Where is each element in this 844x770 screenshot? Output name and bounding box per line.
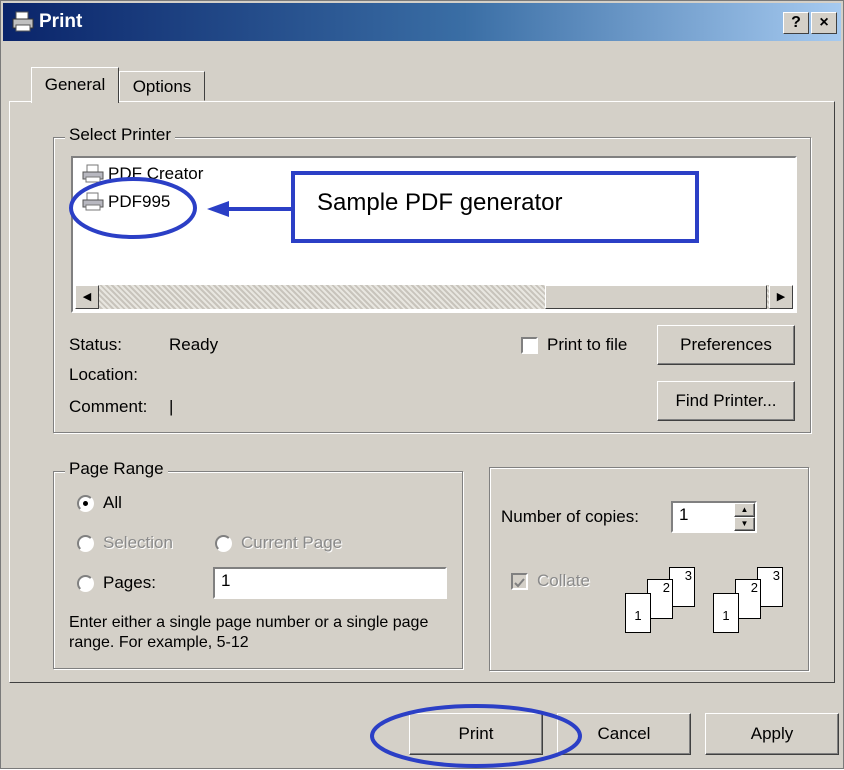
print-to-file-checkbox[interactable] [521, 337, 538, 354]
radio-selection-label[interactable]: Selection [103, 533, 173, 553]
collate-illustration-icon: 3 2 1 [713, 567, 793, 637]
copies-up-button[interactable]: ▲ [734, 503, 755, 517]
radio-selection[interactable] [77, 535, 94, 552]
collate-checkbox[interactable] [511, 573, 528, 590]
radio-pages[interactable] [77, 575, 94, 592]
scroll-right-button[interactable]: ▶ [769, 285, 793, 309]
printer-name: PDF995 [108, 192, 171, 211]
printer-icon [12, 11, 34, 32]
print-dialog: Print ? × General Options Select Printer… [0, 0, 844, 769]
status-value: Ready [169, 335, 219, 354]
page-number: 1 [625, 593, 651, 633]
printer-item-pdf-creator[interactable]: PDF Creator [81, 164, 203, 184]
scroll-thumb[interactable] [545, 285, 767, 309]
comment-value: | [169, 397, 174, 416]
window-title: Print [39, 11, 83, 32]
select-printer-label: Select Printer [65, 125, 176, 145]
copies-down-button[interactable]: ▼ [734, 517, 755, 531]
radio-all[interactable] [77, 495, 94, 512]
printer-name: PDF Creator [108, 164, 204, 183]
pages-input[interactable]: 1 [213, 567, 447, 599]
page-range-hint: Enter either a single page number or a s… [69, 614, 429, 651]
tab-options[interactable]: Options [119, 71, 205, 101]
comment-label: Comment: [69, 397, 148, 416]
cancel-button[interactable]: Cancel [557, 713, 691, 755]
location-label: Location: [69, 365, 138, 384]
find-printer-button[interactable]: Find Printer... [657, 381, 795, 421]
apply-button[interactable]: Apply [705, 713, 839, 755]
title-bar[interactable]: Print ? × [3, 3, 841, 41]
printer-icon [82, 164, 104, 183]
printer-item-pdf995[interactable]: PDF995 [81, 192, 170, 212]
page-number: 1 [713, 593, 739, 633]
checkmark-icon [514, 578, 525, 588]
collate-illustration-icon: 3 2 1 [625, 567, 705, 637]
radio-pages-label[interactable]: Pages: [103, 573, 156, 593]
callout-text: Sample PDF generator [317, 189, 563, 216]
callout-box: Sample PDF generator [291, 171, 699, 243]
status-label: Status: [69, 335, 122, 354]
tab-general[interactable]: General [31, 67, 119, 103]
number-of-copies-label: Number of copies: [501, 507, 639, 526]
print-to-file-label[interactable]: Print to file [547, 335, 627, 355]
preferences-button[interactable]: Preferences [657, 325, 795, 365]
close-button[interactable]: × [811, 12, 837, 34]
printer-icon [82, 192, 104, 211]
radio-current-page[interactable] [215, 535, 232, 552]
radio-all-label[interactable]: All [103, 493, 122, 513]
horizontal-scrollbar[interactable]: ◀ ▶ [75, 285, 793, 309]
scroll-left-button[interactable]: ◀ [75, 285, 99, 309]
help-button[interactable]: ? [783, 12, 809, 34]
print-button[interactable]: Print [409, 713, 543, 755]
collate-label[interactable]: Collate [537, 571, 590, 591]
radio-current-page-label[interactable]: Current Page [241, 533, 342, 553]
page-range-label: Page Range [65, 459, 168, 479]
